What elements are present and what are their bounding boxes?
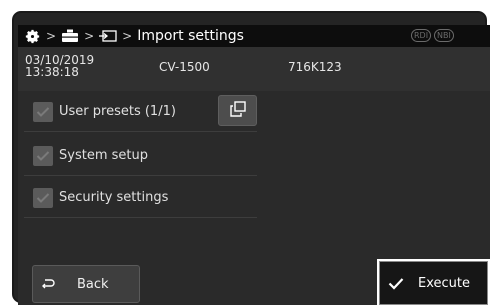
execute-button[interactable]: Execute <box>379 261 488 305</box>
copy-icon <box>229 100 246 121</box>
title-bar: > > > Import settings RDI NBI <box>18 25 490 47</box>
option-label: User presets (1/1) <box>59 104 176 119</box>
checkbox[interactable] <box>33 187 53 208</box>
breadcrumb-separator: > <box>122 29 133 43</box>
info-bar: 03/10/2019 13:38:18 CV-1500 716K123 <box>18 47 490 91</box>
back-arrow-icon <box>41 278 55 290</box>
option-row-system-setup[interactable]: System setup <box>24 136 257 176</box>
checkmark-icon <box>388 277 404 290</box>
execute-highlight: Execute <box>377 259 490 305</box>
time-text: 13:38:18 <box>25 65 79 79</box>
back-label: Back <box>77 276 109 292</box>
option-row-security-settings[interactable]: Security settings <box>24 178 257 218</box>
option-label: System setup <box>59 148 148 163</box>
back-button[interactable]: Back <box>32 265 140 303</box>
option-label: Security settings <box>59 190 169 205</box>
datetime: 03/10/2019 13:38:18 <box>25 54 94 78</box>
serial-text: 716K123 <box>288 60 342 74</box>
breadcrumb-separator: > <box>46 29 57 43</box>
gear-icon[interactable] <box>24 28 41 45</box>
nbi-indicator: NBI <box>434 29 454 42</box>
rdi-indicator: RDI <box>411 29 432 42</box>
preset-select-button[interactable] <box>218 95 257 126</box>
breadcrumb-separator: > <box>84 29 95 43</box>
checkbox[interactable] <box>33 101 53 122</box>
model-text: CV-1500 <box>159 60 210 74</box>
processor-icon[interactable] <box>61 29 79 43</box>
import-icon[interactable] <box>99 29 117 43</box>
checkbox[interactable] <box>33 145 53 166</box>
execute-label: Execute <box>418 275 470 291</box>
breadcrumb: > > > Import settings <box>18 28 244 45</box>
page-title: Import settings <box>137 28 244 44</box>
